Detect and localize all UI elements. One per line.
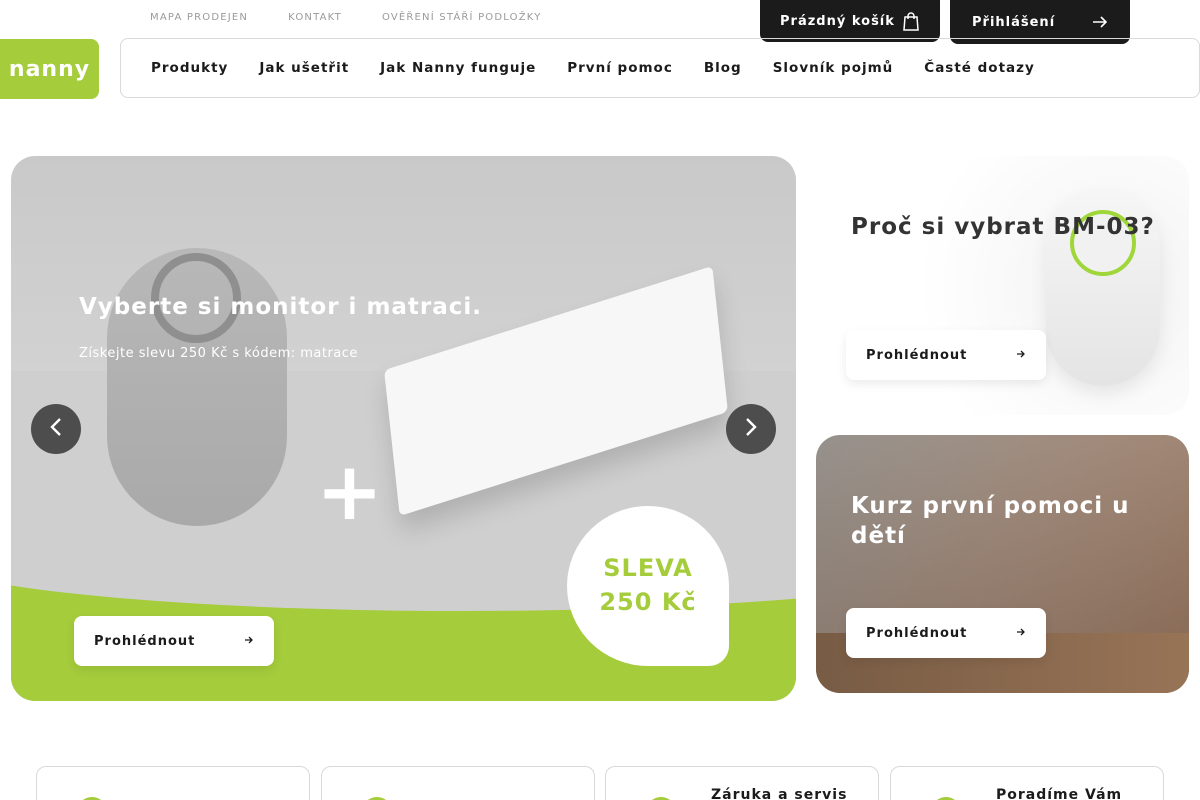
card-title: Proč si vybrat BM-03? [851,214,1155,240]
slider-prev-button[interactable] [31,404,81,454]
arrow-right-icon [244,634,254,649]
nav-item-produkty[interactable]: Produkty [151,60,228,76]
card-title: Kurz první pomoci u dětí [851,493,1130,549]
feature-card[interactable] [36,766,310,800]
slider-next-button[interactable] [726,404,776,454]
hero-slider: + SLEVA 250 Kč Vyberte si monitor i matr… [11,156,796,701]
first-aid-view-button[interactable]: Prohlédnout [846,608,1046,658]
promo-card-first-aid: Kurz první pomoci u dětí Prohlédnout [816,435,1189,693]
chevron-right-icon [744,417,758,441]
nav-item-prvni-pomoc[interactable]: První pomoc [567,60,673,76]
link-mapa-prodejen[interactable]: MAPA PRODEJEN [150,12,248,23]
nav-item-jak-nanny-funguje[interactable]: Jak Nanny funguje [380,60,536,76]
first-aid-view-label: Prohlédnout [866,625,968,641]
badge-line2: 250 Kč [599,588,697,616]
bm03-view-label: Prohlédnout [866,347,968,363]
login-label: Přihlášení [972,14,1056,30]
hero-view-button[interactable]: Prohlédnout [74,616,274,666]
badge-line1: SLEVA [603,554,693,583]
main-nav: Produkty Jak ušetřit Jak Nanny funguje P… [120,38,1200,98]
nav-item-caste-dotazy[interactable]: Časté dotazy [924,60,1035,76]
cart-label: Prázdný košík [780,13,895,29]
chevron-left-icon [49,417,63,441]
discount-badge: SLEVA 250 Kč [567,506,729,666]
feature-label: Poradíme Vám [996,787,1123,800]
promo-card-bm03: Proč si vybrat BM-03? Prohlédnout [816,156,1189,415]
arrow-right-icon [1092,15,1108,29]
feature-card-warranty[interactable]: Záruka a servis [605,766,879,800]
hero-view-label: Prohlédnout [94,633,196,649]
plus-icon: + [316,445,384,538]
link-overeni-stari[interactable]: OVĚŘENÍ STÁŘÍ PODLOŽKY [382,12,542,23]
bm03-view-button[interactable]: Prohlédnout [846,330,1046,380]
nav-item-blog[interactable]: Blog [704,60,742,76]
feature-card-advice[interactable]: Poradíme Vám [890,766,1164,800]
hero-title: Vyberte si monitor i matraci. [79,294,483,320]
feature-label: Záruka a servis [711,787,848,800]
cart-button[interactable]: Prázdný košík [760,0,940,42]
utility-nav: MAPA PRODEJEN KONTAKT OVĚŘENÍ STÁŘÍ PODL… [150,12,542,23]
feature-card[interactable] [321,766,595,800]
arrow-right-icon [1016,348,1026,363]
link-kontakt[interactable]: KONTAKT [288,12,342,23]
logo[interactable]: nanny [0,39,99,99]
arrow-right-icon [1016,626,1026,641]
nav-item-slovnik-pojmu[interactable]: Slovník pojmů [773,60,894,76]
logo-text: nanny [8,56,91,82]
shopping-bag-icon [902,11,920,31]
hero-subtitle: Získejte slevu 250 Kč s kódem: matrace [79,346,358,361]
nav-item-jak-usetrit[interactable]: Jak ušetřit [259,60,349,76]
